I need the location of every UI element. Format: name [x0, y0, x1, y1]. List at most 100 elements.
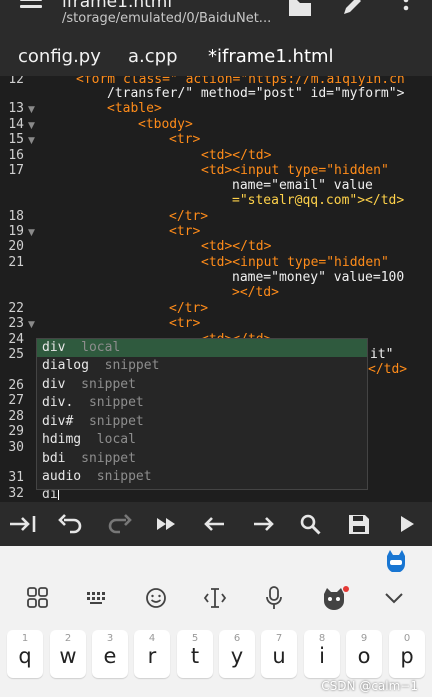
tab-a-cpp[interactable]: a.cpp: [128, 46, 178, 67]
code-line: <tr>: [169, 316, 201, 331]
suggestion-kind: snippet: [81, 377, 136, 392]
key-label: r: [147, 644, 157, 668]
key-i[interactable]: 8i: [304, 630, 340, 678]
mic-icon[interactable]: [258, 584, 290, 612]
key-u[interactable]: 7u: [261, 630, 297, 678]
key-hint: 2: [64, 633, 72, 644]
save-icon[interactable]: [342, 508, 376, 540]
key-t[interactable]: 5t: [177, 630, 213, 678]
suggestion-word: div#: [42, 414, 74, 429]
line-number: 29: [8, 424, 24, 439]
key-hint: 5: [191, 633, 199, 644]
suggestion-word: div: [42, 340, 66, 355]
key-q[interactable]: 1q: [7, 630, 43, 678]
run-icon[interactable]: [390, 508, 424, 540]
tab-config-py[interactable]: config.py: [18, 46, 101, 67]
line-number: 25: [8, 347, 24, 362]
line-number: 30: [8, 440, 24, 455]
fold-marker-icon[interactable]: ▼: [28, 228, 35, 238]
mascot-icon[interactable]: [318, 584, 350, 612]
arrow-right-icon[interactable]: [246, 508, 280, 540]
autocomplete-item[interactable]: hdimg local: [37, 431, 367, 449]
key-hint: 9: [360, 633, 368, 644]
code-line: name="email" value: [232, 178, 373, 193]
code-line: </tr>: [169, 301, 209, 316]
key-label: y: [230, 644, 244, 668]
cursor-icon[interactable]: [199, 584, 231, 612]
editor-toolbar: [0, 502, 432, 546]
key-w[interactable]: 2w: [50, 630, 86, 678]
code-editor[interactable]: 12 13 14 15 16 17 18 19 20 21 22 23 24 2…: [0, 76, 432, 502]
search-icon[interactable]: [294, 508, 328, 540]
suggestion-word: dialog: [42, 358, 89, 373]
autocomplete-item[interactable]: div snippet: [37, 376, 367, 394]
file-path: /storage/emulated/0/BaiduNet...: [62, 11, 272, 26]
suggestion-word: hdimg: [42, 432, 82, 447]
grid-icon[interactable]: [22, 584, 54, 612]
line-number: 24: [8, 332, 24, 347]
line-number: 22: [8, 301, 24, 316]
key-o[interactable]: 9o: [346, 630, 382, 678]
autocomplete-item[interactable]: div# snippet: [37, 413, 367, 431]
line-number: 15: [8, 132, 24, 147]
autocomplete-popup[interactable]: div local dialog snippet div snippet div…: [36, 338, 368, 490]
watermark: CSDN @calm−1: [321, 679, 418, 693]
tab-iframe1-html[interactable]: *iframe1.html: [208, 46, 334, 67]
key-label: p: [400, 644, 414, 668]
autocomplete-item[interactable]: div local: [37, 339, 367, 357]
code-line: <td><input type="hidden": [201, 255, 389, 270]
fold-marker-icon[interactable]: ▼: [28, 136, 35, 146]
folder-icon[interactable]: [287, 0, 313, 18]
key-hint: 3: [106, 633, 114, 644]
line-number: 18: [8, 209, 24, 224]
menu-icon[interactable]: [20, 0, 42, 16]
code-line: <table>: [107, 101, 162, 116]
suggestion-word: bdi: [42, 451, 66, 466]
app-bar: iframe1.html /storage/emulated/0/BaiduNe…: [0, 0, 432, 38]
undo-icon[interactable]: [54, 508, 88, 540]
suggestion-word: audio: [42, 469, 82, 484]
line-number: 14: [8, 117, 24, 132]
file-tabs: config.py a.cpp *iframe1.html: [0, 38, 432, 78]
more-icon[interactable]: [396, 0, 422, 18]
key-p[interactable]: 0p: [389, 630, 425, 678]
suggestion-word: div.: [42, 395, 74, 410]
suggestion-kind: local: [96, 432, 136, 447]
autocomplete-item[interactable]: bdi snippet: [37, 450, 367, 468]
tab-indent-icon[interactable]: [6, 508, 40, 540]
code-line: <tr>: [169, 132, 201, 147]
key-hint: 0: [403, 633, 411, 644]
key-y[interactable]: 6y: [219, 630, 255, 678]
key-label: e: [103, 644, 117, 668]
line-number: 17: [8, 163, 24, 178]
line-number: 21: [8, 255, 24, 270]
line-number: 27: [8, 393, 24, 408]
key-label: t: [190, 644, 200, 668]
fast-forward-icon[interactable]: [150, 508, 184, 540]
key-label: w: [59, 644, 77, 668]
code-line: <td></td>: [201, 239, 272, 254]
fold-marker-icon[interactable]: ▼: [28, 320, 35, 330]
line-number: 28: [8, 409, 24, 424]
keyboard-icon[interactable]: [81, 584, 113, 612]
suggestion-kind: snippet: [104, 358, 160, 373]
soft-keyboard: 1q 2w 3e 4r 5t 6y 7u 8i 9o 0p CSDN @calm…: [0, 546, 432, 697]
key-r[interactable]: 4r: [134, 630, 170, 678]
pen-icon[interactable]: [340, 0, 366, 18]
suggestion-kind: snippet: [88, 395, 144, 410]
collapse-icon[interactable]: [378, 584, 410, 612]
key-e[interactable]: 3e: [92, 630, 128, 678]
fold-marker-icon[interactable]: ▼: [28, 121, 35, 131]
line-number: 32: [8, 486, 24, 501]
emoji-icon[interactable]: [140, 584, 172, 612]
mascot-badge-icon[interactable]: [383, 548, 415, 576]
code-line: name="money" value=100: [232, 270, 405, 285]
fold-marker-icon[interactable]: ▼: [28, 105, 35, 115]
key-label: u: [272, 644, 286, 668]
arrow-left-icon[interactable]: [198, 508, 232, 540]
autocomplete-item[interactable]: div. snippet: [37, 394, 367, 412]
autocomplete-item[interactable]: dialog snippet: [37, 357, 367, 375]
autocomplete-item[interactable]: audio snippet: [37, 468, 367, 486]
code-line: <tbody>: [138, 117, 193, 132]
redo-icon[interactable]: [102, 508, 136, 540]
